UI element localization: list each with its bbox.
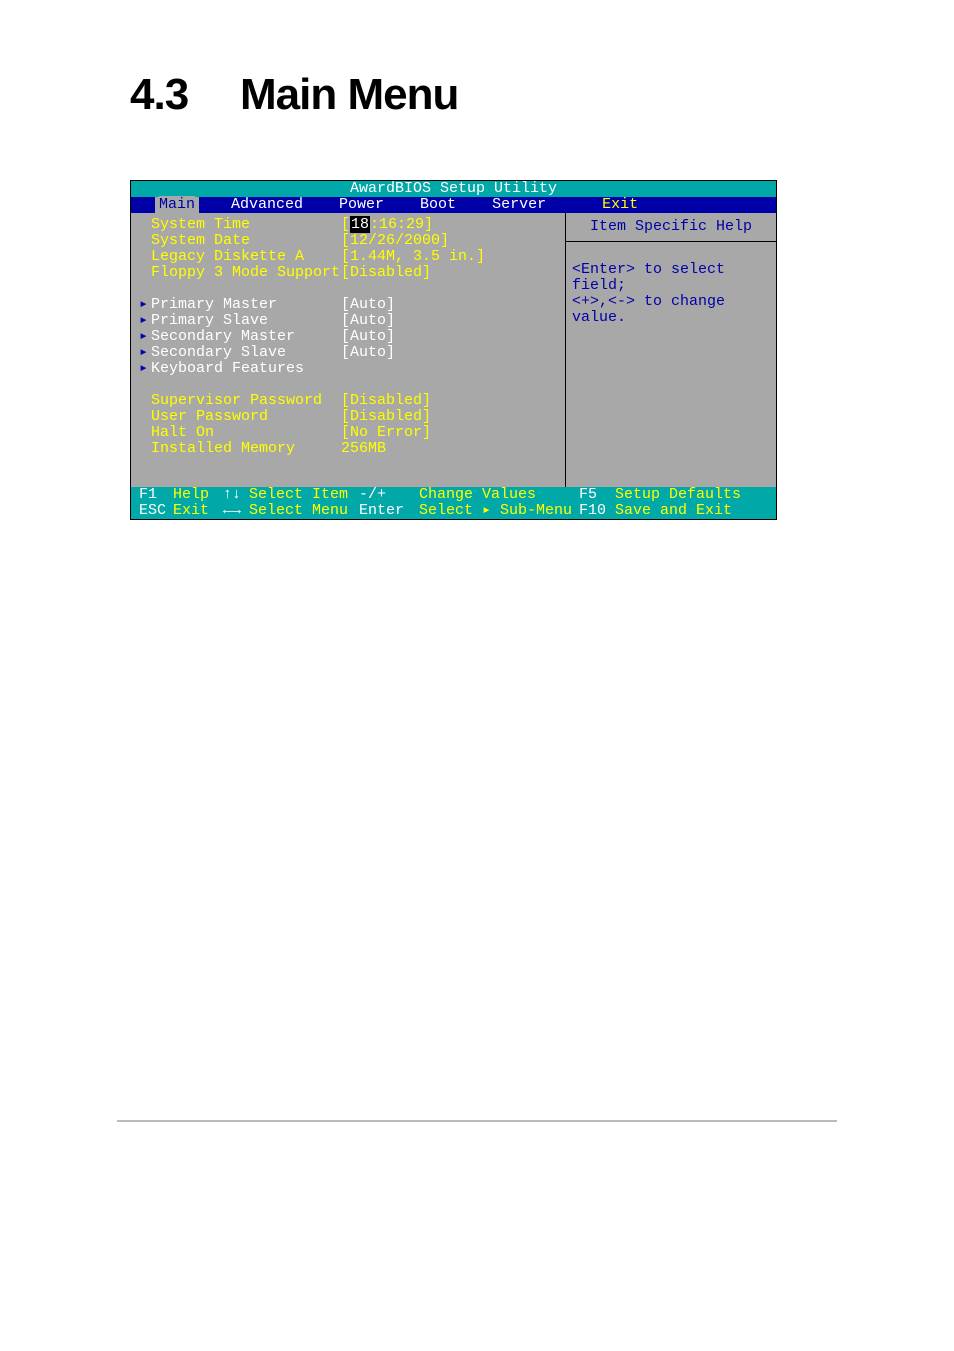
label: System Date (151, 233, 341, 249)
action-exit: Exit (173, 503, 223, 519)
setting-system-date[interactable]: System Date [12/26/2000] (139, 233, 557, 249)
submenu-secondary-slave[interactable]: ▸ Secondary Slave [Auto] (139, 345, 557, 361)
bios-body: System Time [18:16:29] System Date [12/2… (131, 213, 776, 487)
page-divider (117, 1120, 837, 1122)
label: Halt On (151, 425, 341, 441)
menu-advanced[interactable]: Advanced (227, 197, 307, 213)
bios-main-panel: System Time [18:16:29] System Date [12/2… (131, 213, 566, 487)
label: Secondary Slave (151, 345, 341, 361)
menu-boot[interactable]: Boot (416, 197, 460, 213)
menu-main[interactable]: Main (155, 197, 199, 213)
setting-user-password[interactable]: User Password [Disabled] (139, 409, 557, 425)
menu-exit[interactable]: Exit (598, 197, 642, 213)
action-setup-defaults: Setup Defaults (615, 487, 768, 503)
value: [Auto] (341, 329, 395, 345)
menu-spacer (131, 197, 155, 213)
setting-floppy-3-mode[interactable]: Floppy 3 Mode Support [Disabled] (139, 265, 557, 281)
value: [18:16:29] (341, 217, 433, 233)
value: [Disabled] (341, 393, 431, 409)
help-line-1: <Enter> to select field; (572, 262, 770, 294)
key-f5: F5 (579, 487, 615, 503)
value: [Disabled] (341, 265, 431, 281)
help-title: Item Specific Help (566, 213, 776, 242)
time-hours-cursor[interactable]: 18 (350, 216, 370, 233)
value: [Disabled] (341, 409, 431, 425)
menu-server[interactable]: Server (488, 197, 550, 213)
bios-window: AwardBIOS Setup Utility Main Advanced Po… (130, 180, 777, 520)
key-f10: F10 (579, 503, 615, 519)
menu-power[interactable]: Power (335, 197, 388, 213)
action-select-menu: Select Menu (249, 503, 359, 519)
submenu-secondary-master[interactable]: ▸ Secondary Master [Auto] (139, 329, 557, 345)
submenu-keyboard-features[interactable]: ▸ Keyboard Features (139, 361, 557, 377)
key-enter: Enter (359, 503, 419, 519)
setting-installed-memory: Installed Memory 256MB (139, 441, 557, 457)
action-save-exit: Save and Exit (615, 503, 768, 519)
value: [12/26/2000] (341, 233, 449, 249)
help-line-2: <+>,<-> to change value. (572, 294, 770, 326)
setting-halt-on[interactable]: Halt On [No Error] (139, 425, 557, 441)
heading-title: Main Menu (240, 70, 458, 119)
page-heading: 4.3Main Menu (130, 70, 824, 120)
triangle-right-icon: ▸ (139, 313, 151, 329)
key-updown: ↑↓ (223, 487, 249, 503)
label: Keyboard Features (151, 361, 341, 377)
key-f1: F1 (139, 487, 173, 503)
triangle-right-icon: ▸ (139, 361, 151, 377)
label: Supervisor Password (151, 393, 341, 409)
setting-system-time[interactable]: System Time [18:16:29] (139, 217, 557, 233)
triangle-right-icon: ▸ (139, 297, 151, 313)
key-plusminus: -/+ (359, 487, 419, 503)
setting-legacy-diskette-a[interactable]: Legacy Diskette A [1.44M, 3.5 in.] (139, 249, 557, 265)
key-esc: ESC (139, 503, 173, 519)
help-body: <Enter> to select field; <+>,<-> to chan… (566, 242, 776, 487)
setting-supervisor-password[interactable]: Supervisor Password [Disabled] (139, 393, 557, 409)
key-leftright: ←→ (223, 503, 249, 519)
label: Primary Slave (151, 313, 341, 329)
label: System Time (151, 217, 341, 233)
action-select-submenu: Select ▸ Sub-Menu (419, 503, 579, 519)
action-help: Help (173, 487, 223, 503)
submenu-primary-slave[interactable]: ▸ Primary Slave [Auto] (139, 313, 557, 329)
bios-title-bar: AwardBIOS Setup Utility (131, 181, 776, 197)
triangle-right-icon: ▸ (139, 345, 151, 361)
label: Legacy Diskette A (151, 249, 341, 265)
label: Installed Memory (151, 441, 341, 457)
action-change-values: Change Values (419, 487, 579, 503)
label: User Password (151, 409, 341, 425)
value: [No Error] (341, 425, 431, 441)
bios-menu-bar[interactable]: Main Advanced Power Boot Server Exit (131, 197, 776, 213)
label: Floppy 3 Mode Support (151, 265, 341, 281)
value: 256MB (341, 441, 386, 457)
bios-footer: F1 Help ↑↓ Select Item -/+ Change Values… (131, 487, 776, 519)
label: Secondary Master (151, 329, 341, 345)
value: [Auto] (341, 313, 395, 329)
bios-help-panel: Item Specific Help <Enter> to select fie… (566, 213, 776, 487)
action-select-item: Select Item (249, 487, 359, 503)
submenu-primary-master[interactable]: ▸ Primary Master [Auto] (139, 297, 557, 313)
value: [Auto] (341, 345, 395, 361)
value: [1.44M, 3.5 in.] (341, 249, 485, 265)
value: [Auto] (341, 297, 395, 313)
heading-number: 4.3 (130, 70, 240, 120)
triangle-right-icon: ▸ (139, 329, 151, 345)
label: Primary Master (151, 297, 341, 313)
